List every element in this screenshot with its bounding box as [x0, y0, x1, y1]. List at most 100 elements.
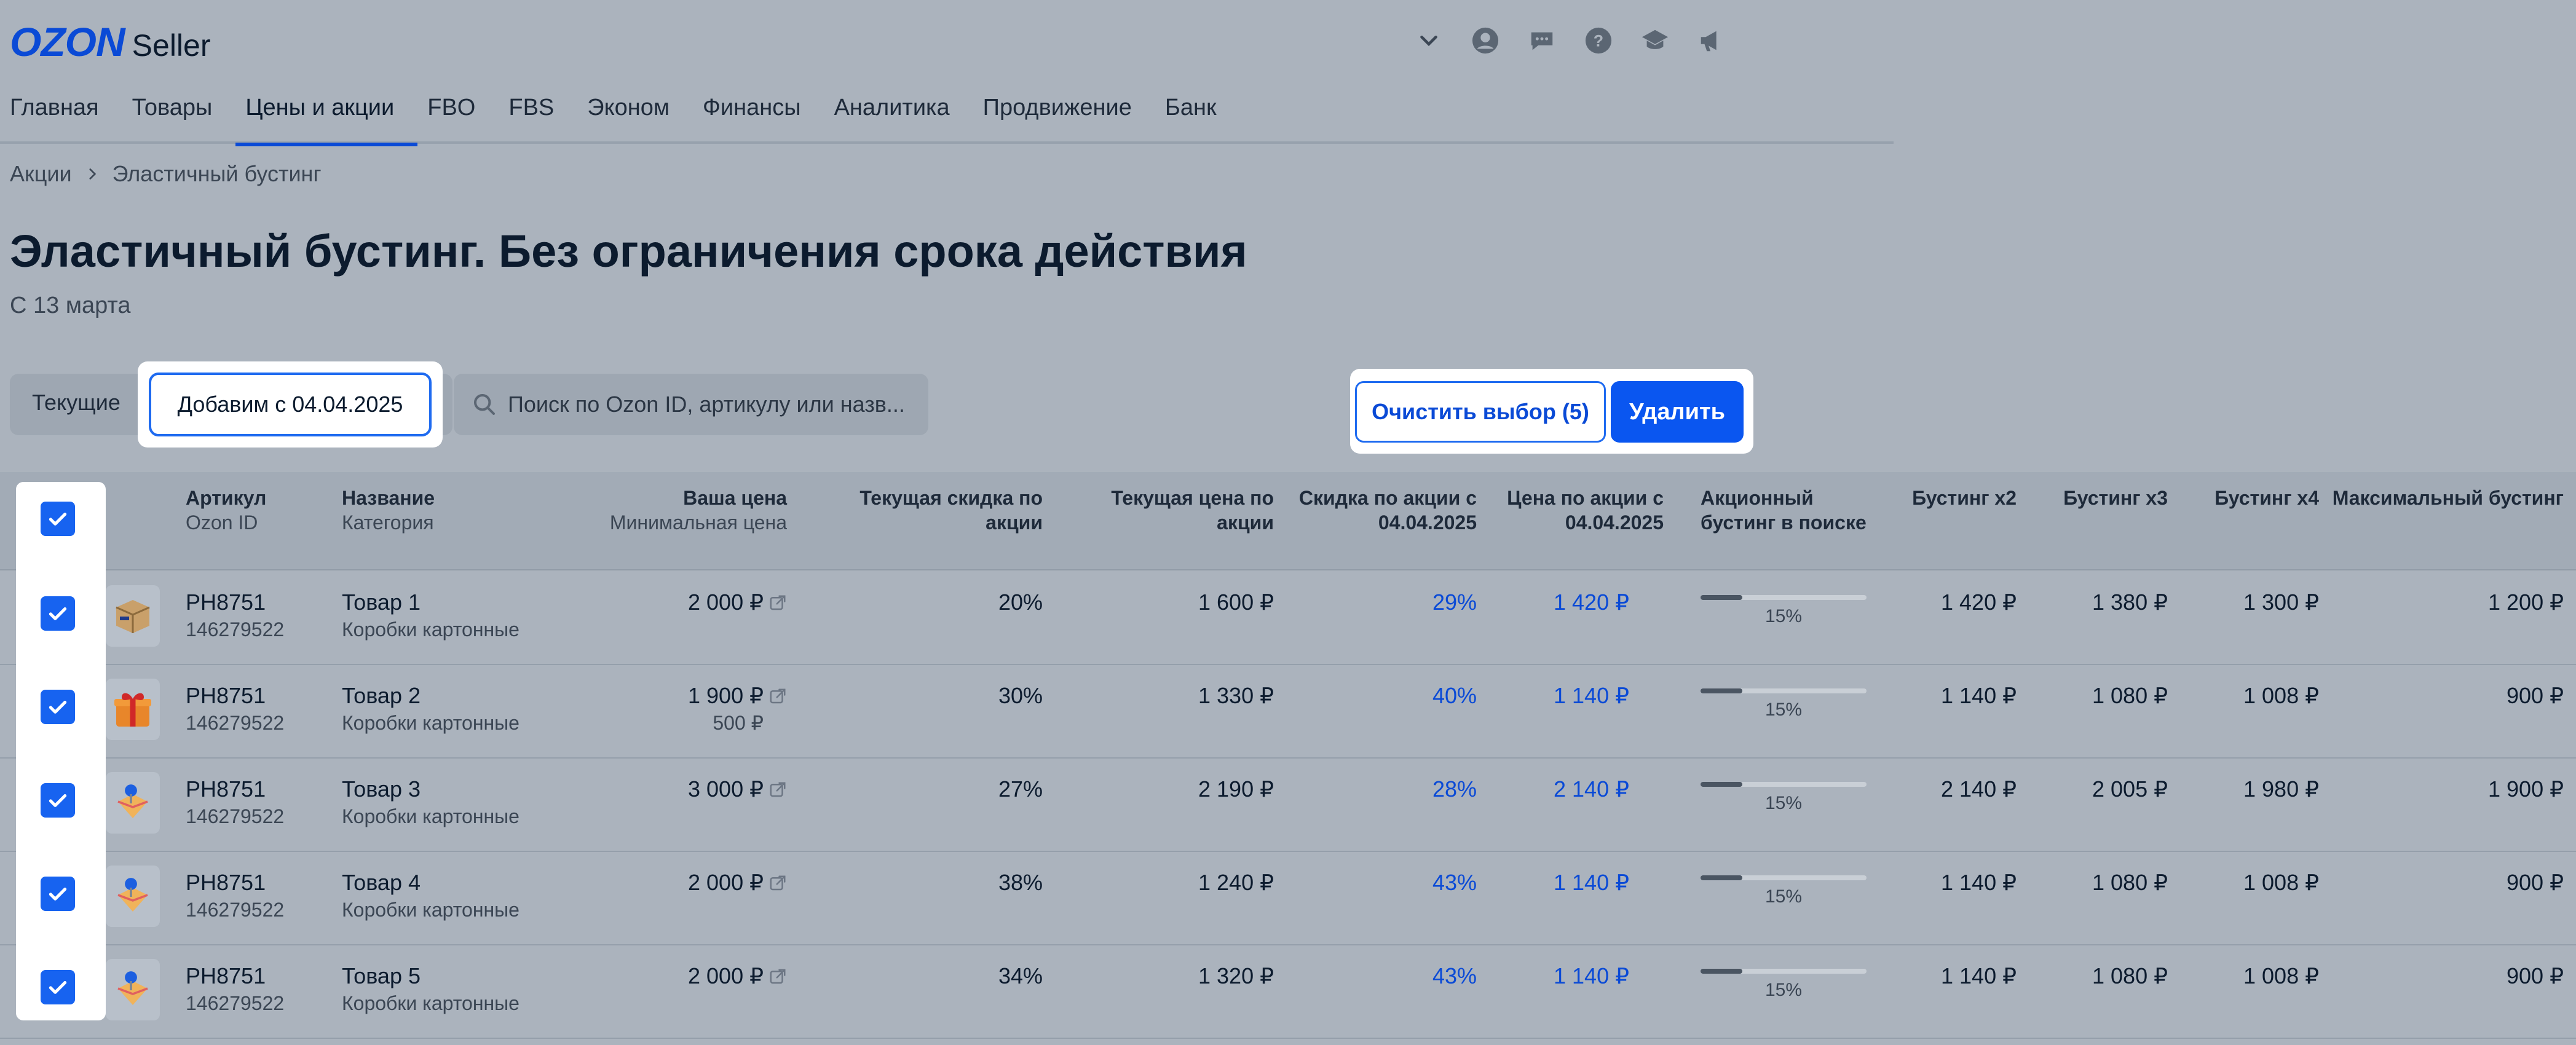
- external-link-icon[interactable]: [764, 683, 787, 708]
- delete-button[interactable]: Удалить: [1611, 381, 1744, 443]
- cell-promo-price[interactable]: 2 140 ₽: [1488, 776, 1629, 803]
- external-link-icon[interactable]: [764, 776, 787, 802]
- row-checkbox[interactable]: [41, 877, 75, 911]
- external-link-icon[interactable]: [764, 870, 787, 895]
- search-boost-track: [1701, 688, 1867, 693]
- cell-current-price: 1 600 ₽: [1198, 590, 1274, 615]
- search-boost-fill: [1701, 595, 1742, 600]
- ozon-id-value: 146279522: [186, 712, 285, 734]
- product-name[interactable]: Товар 4: [342, 869, 520, 896]
- logo-ozon-text: OZON: [10, 19, 125, 65]
- education-icon[interactable]: [1640, 26, 1670, 55]
- th-your-price[interactable]: Ваша цена Минимальная цена: [553, 486, 787, 535]
- select-all-checkbox[interactable]: [41, 502, 75, 536]
- th-article[interactable]: Артикул Ozon ID: [186, 486, 266, 535]
- th-boost-x3[interactable]: Бустинг x3: [2035, 486, 2168, 510]
- ozon-id-value: 146279522: [186, 618, 285, 641]
- tab-added-from-date[interactable]: Добавим с 04.04.2025: [149, 373, 432, 436]
- th-promo-discount[interactable]: Скидка по акции с 04.04.2025: [1285, 486, 1477, 535]
- help-icon[interactable]: ?: [1584, 26, 1613, 55]
- nav-item-fbs[interactable]: FBS: [499, 86, 577, 144]
- tab-current[interactable]: Текущие: [32, 390, 121, 416]
- megaphone-icon[interactable]: [1697, 26, 1726, 55]
- th-boost-max[interactable]: Максимальный бустинг: [2330, 486, 2564, 510]
- row-checkbox[interactable]: [41, 596, 75, 631]
- checkbox-column-highlight: [16, 482, 106, 1020]
- article-value[interactable]: PH8751: [186, 682, 284, 709]
- table-row[interactable]: PH8751 146279522 Товар 5 Коробки картонн…: [0, 945, 2576, 1039]
- th-promo-price[interactable]: Цена по акции с 04.04.2025: [1488, 486, 1664, 535]
- th-search-boost[interactable]: Акционный бустинг в поиске: [1701, 486, 1867, 535]
- your-price-value: 2 000 ₽: [688, 870, 764, 895]
- search-input[interactable]: [508, 392, 926, 417]
- cell-promo-price[interactable]: 1 140 ₽: [1488, 869, 1629, 896]
- cell-boost-x4: 1 008 ₽: [2243, 683, 2319, 708]
- nav-item-prices-promotions[interactable]: Цены и акции: [235, 86, 418, 146]
- nav-item-analytics[interactable]: Аналитика: [824, 86, 973, 144]
- nav-item-econom[interactable]: Эконом: [577, 86, 693, 144]
- search-boost-track: [1701, 875, 1867, 880]
- nav-item-promotion[interactable]: Продвижение: [973, 86, 1155, 144]
- th-name[interactable]: Название Категория: [342, 486, 435, 535]
- row-checkbox[interactable]: [41, 970, 75, 1004]
- search-boost-fill: [1701, 688, 1742, 693]
- cell-promo-discount[interactable]: 43%: [1285, 869, 1477, 896]
- row-checkbox[interactable]: [41, 690, 75, 724]
- cell-your-price: 3 000 ₽: [553, 776, 787, 803]
- cell-promo-price[interactable]: 1 420 ₽: [1488, 589, 1629, 616]
- nav-item-home[interactable]: Главная: [0, 86, 122, 144]
- nav-item-products[interactable]: Товары: [122, 86, 236, 144]
- search-boost-progress: 15%: [1701, 875, 1867, 907]
- cell-boost-x2: 1 140 ₽: [1941, 683, 2017, 708]
- pin-box-icon: [111, 966, 155, 1014]
- th-boost-x4[interactable]: Бустинг x4: [2183, 486, 2319, 510]
- chevron-down-icon[interactable]: [1414, 26, 1444, 55]
- cell-promo-discount[interactable]: 29%: [1285, 589, 1477, 616]
- product-thumbnail[interactable]: [106, 959, 160, 1020]
- product-thumbnail[interactable]: [106, 772, 160, 834]
- breadcrumb-parent[interactable]: Акции: [10, 161, 72, 187]
- external-link-icon[interactable]: [764, 590, 787, 615]
- product-thumbnail[interactable]: [106, 866, 160, 927]
- cell-promo-discount[interactable]: 28%: [1285, 776, 1477, 803]
- th-boost-x2[interactable]: Бустинг x2: [1881, 486, 2017, 510]
- article-value[interactable]: PH8751: [186, 869, 284, 896]
- product-name[interactable]: Товар 1: [342, 589, 520, 616]
- cell-your-price: 2 000 ₽: [553, 963, 787, 990]
- row-checkbox[interactable]: [41, 783, 75, 818]
- cell-current-discount: 38%: [998, 870, 1043, 895]
- table-row[interactable]: PH8751 146279522 Товар 2 Коробки картонн…: [0, 665, 2576, 759]
- nav-item-finance[interactable]: Финансы: [693, 86, 824, 144]
- cell-promo-price[interactable]: 1 140 ₽: [1488, 682, 1629, 709]
- box-icon: [111, 593, 155, 640]
- th-current-price[interactable]: Текущая цена по акции: [1057, 486, 1274, 535]
- clear-selection-button[interactable]: Очистить выбор (5): [1355, 381, 1606, 443]
- ozon-seller-logo[interactable]: OZON Seller: [10, 18, 211, 65]
- cell-promo-discount[interactable]: 40%: [1285, 682, 1477, 709]
- cell-boost-x2: 1 140 ₽: [1941, 963, 2017, 988]
- product-thumbnail[interactable]: [106, 585, 160, 647]
- ozon-id-value: 146279522: [186, 992, 285, 1014]
- search-boost-track: [1701, 782, 1867, 787]
- nav-item-fbo[interactable]: FBO: [417, 86, 499, 144]
- cell-promo-price[interactable]: 1 140 ₽: [1488, 963, 1629, 990]
- table-row[interactable]: PH8751 146279522 Товар 3 Коробки картонн…: [0, 759, 2576, 852]
- table-row[interactable]: PH8751 146279522 Товар 4 Коробки картонн…: [0, 852, 2576, 945]
- nav-item-bank[interactable]: Банк: [1155, 86, 1240, 144]
- chat-icon[interactable]: [1527, 26, 1557, 55]
- header-icons: ?: [1414, 26, 1726, 55]
- external-link-icon[interactable]: [764, 963, 787, 988]
- table-row[interactable]: PH8751 146279522 Товар 1 Коробки картонн…: [0, 572, 2576, 665]
- pin-box-icon: [111, 873, 155, 920]
- th-current-discount[interactable]: Текущая скидка по акции: [799, 486, 1043, 535]
- product-name[interactable]: Товар 2: [342, 682, 520, 709]
- article-value[interactable]: PH8751: [186, 776, 284, 803]
- product-name[interactable]: Товар 5: [342, 963, 520, 990]
- cell-promo-discount[interactable]: 43%: [1285, 963, 1477, 990]
- article-value[interactable]: PH8751: [186, 963, 284, 990]
- cell-boost-x3: 1 080 ₽: [2092, 683, 2168, 708]
- product-name[interactable]: Товар 3: [342, 776, 520, 803]
- product-thumbnail[interactable]: [106, 679, 160, 740]
- profile-icon[interactable]: [1471, 26, 1500, 55]
- article-value[interactable]: PH8751: [186, 589, 284, 616]
